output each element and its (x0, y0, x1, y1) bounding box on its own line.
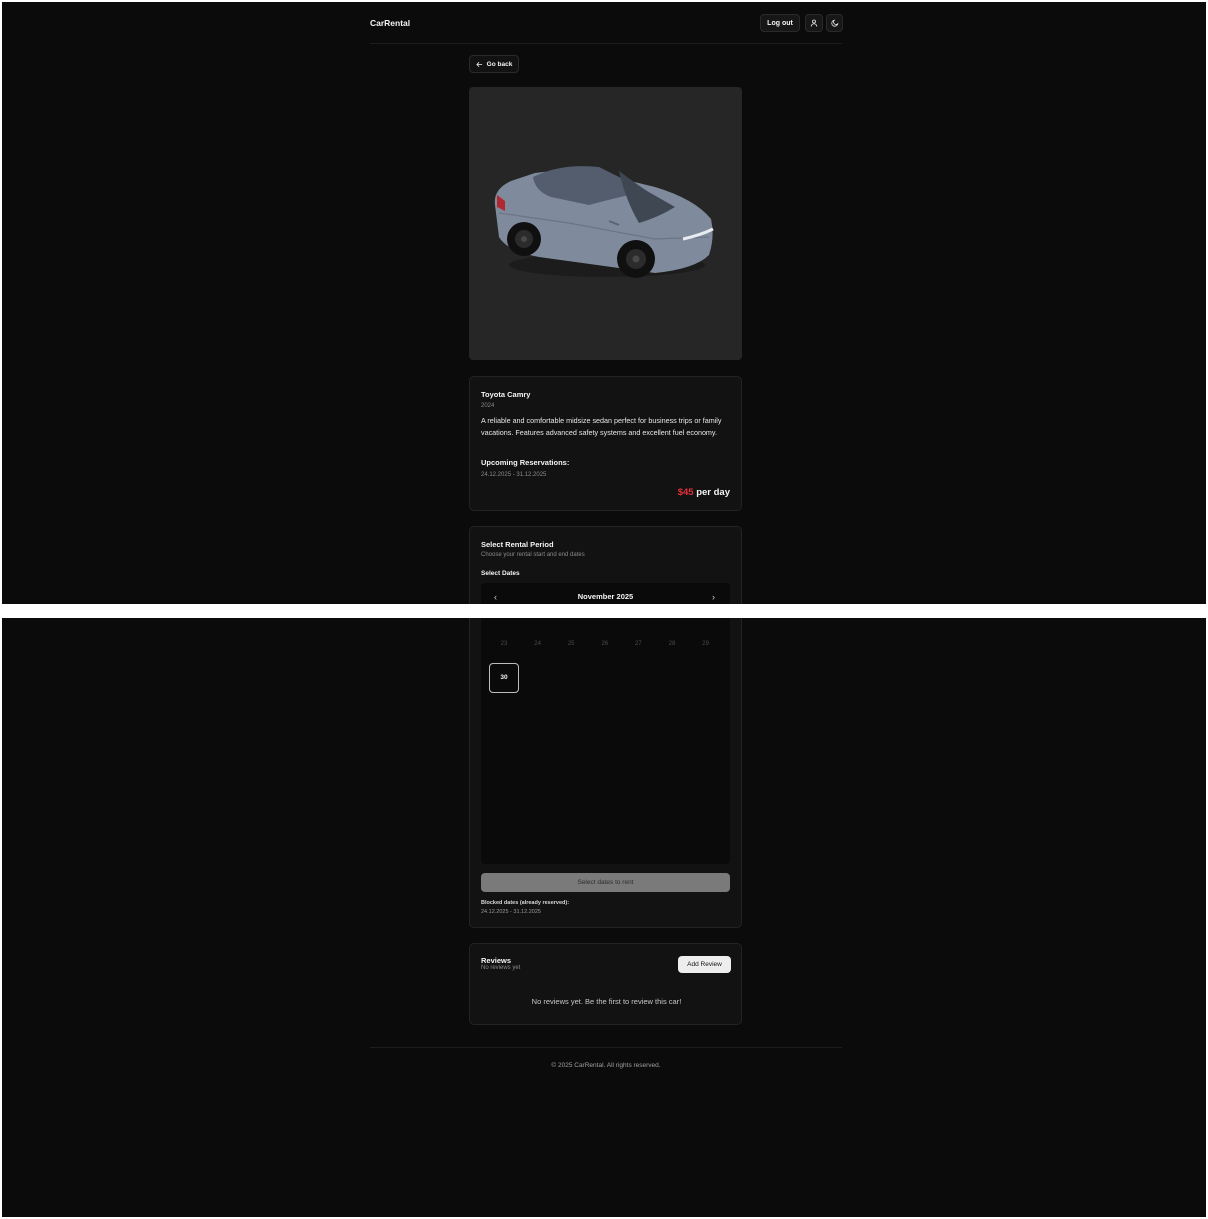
calendar-day[interactable]: 24 (523, 629, 553, 659)
select-dates-label: Select Dates (481, 570, 520, 577)
moon-icon (830, 19, 838, 27)
price: $45 per day (678, 487, 730, 498)
rental-period-card: Select Rental Period Choose your rental … (469, 618, 742, 928)
theme-toggle-button[interactable] (826, 14, 843, 32)
site-header: CarRental Log out (370, 2, 843, 44)
site-footer: © 2025 CarRental. All rights reserved. (370, 1047, 842, 1087)
go-back-label: Go back (486, 60, 513, 68)
footer-copyright: © 2025 CarRental. All rights reserved. (551, 1062, 661, 1069)
price-unit: per day (693, 487, 730, 498)
brand-logo[interactable]: CarRental (370, 18, 410, 28)
calendar-day[interactable]: 29 (691, 629, 721, 659)
go-back-button[interactable]: Go back (469, 55, 519, 73)
rental-subtitle: Choose your rental start and end dates (481, 552, 585, 558)
screenshot-bottom: CarRental Log out Go back (2, 618, 1206, 1217)
rental-period-card: Select Rental Period Choose your rental … (469, 526, 742, 604)
arrow-left-icon (475, 61, 482, 67)
reviews-card: Reviews No reviews yet Add Review No rev… (469, 943, 742, 1025)
car-details-card: Toyota Camry 2024 A reliable and comfort… (469, 376, 742, 511)
calendar-day[interactable]: 21 (657, 618, 687, 625)
add-review-button[interactable]: Add Review (678, 956, 731, 973)
calendar: ‹ › November 2025 SunMonTueWedThuFriSat1… (481, 583, 730, 604)
blocked-dates-title: Blocked dates (already reserved): (481, 900, 570, 906)
profile-button[interactable] (805, 14, 823, 32)
calendar-day[interactable]: 27 (623, 629, 653, 659)
blocked-dates-value: 24.12.2025 - 31.12.2025 (481, 909, 541, 915)
calendar-day[interactable]: 19 (590, 618, 620, 625)
reviews-subtitle: No reviews yet (481, 965, 521, 971)
calendar-day[interactable]: 26 (590, 629, 620, 659)
logout-button[interactable]: Log out (760, 14, 800, 32)
calendar-day[interactable]: 23 (489, 629, 519, 659)
car-illustration (494, 166, 714, 278)
calendar-day[interactable]: 22 (691, 618, 721, 625)
car-year: 2024 (481, 403, 495, 409)
car-image (469, 87, 742, 360)
price-amount: $45 (677, 487, 694, 498)
calendar-day[interactable]: 25 (556, 629, 586, 659)
calendar-day[interactable]: 18 (556, 618, 586, 625)
reservations-title: Upcoming Reservations: (481, 458, 570, 467)
user-icon (810, 19, 818, 27)
calendar-day[interactable]: 16 (489, 618, 519, 625)
reviews-empty-message: No reviews yet. Be the first to review t… (531, 997, 682, 1006)
calendar-day[interactable]: 17 (523, 618, 553, 625)
rental-title: Select Rental Period (481, 540, 554, 549)
calendar: ‹ › November 2025 SunMonTueWedThuFriSat1… (481, 618, 730, 864)
calendar-day[interactable]: 20 (623, 618, 653, 625)
reviews-title: Reviews (481, 956, 512, 965)
car-name: Toyota Camry (481, 390, 531, 399)
screenshot-top: CarRental Log out Go back Toyota Camry 2… (2, 2, 1206, 604)
calendar-day[interactable]: 28 (657, 629, 687, 659)
car-description: A reliable and comfortable midsize sedan… (481, 416, 722, 437)
calendar-month: November 2025 (577, 592, 634, 601)
rent-button[interactable]: Select dates to rent (481, 873, 730, 892)
calendar-day-today[interactable]: 30 (489, 662, 519, 693)
reservations-list: 24.12.2025 - 31.12.2025 (481, 472, 547, 478)
